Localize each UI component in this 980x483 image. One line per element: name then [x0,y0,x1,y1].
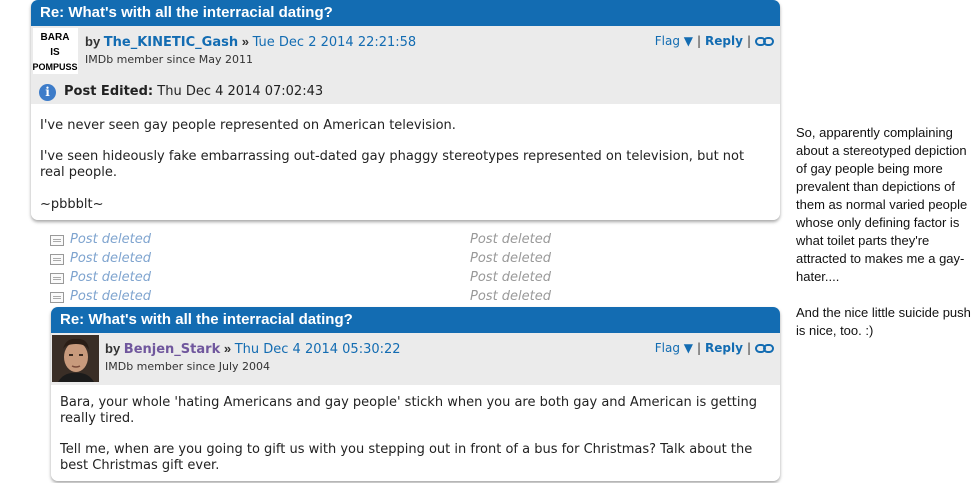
post-actions: Flag ▼ | Reply | [655,341,774,357]
body-paragraph: I've seen hideously fake embarrassing ou… [40,149,745,180]
member-since: IMDb member since July 2004 [105,360,270,373]
reply-button[interactable]: Reply [705,341,743,355]
username-link[interactable]: Benjen_Stark [124,342,220,357]
permalink-icon[interactable] [755,343,774,357]
username-link[interactable]: The_KINETIC_Gash [104,35,238,50]
side-note: So, apparently complaining about a stere… [796,124,976,358]
note-paragraph: And the nice little suicide push is nice… [796,305,971,338]
body-paragraph: Bara, your whole 'hating Americans and g… [60,395,757,426]
flag-button[interactable]: Flag ▼ [655,341,693,355]
post-body: I've never seen gay people represented o… [31,104,780,220]
post-date-link[interactable]: Tue Dec 2 2014 22:21:58 [253,35,417,50]
note-paragraph: So, apparently complaining about a stere… [796,125,968,284]
edited-date: Thu Dec 4 2014 07:02:43 [157,84,324,99]
byline-separator: » [223,341,232,356]
post-1: Re: What's with all the interracial dati… [31,0,780,220]
message-icon [50,292,64,303]
body-paragraph: Tell me, when are you going to gift us w… [60,442,753,473]
post-title: Re: What's with all the interracial dati… [31,0,780,26]
deleted-post-label: Post deleted [470,232,552,247]
body-paragraph: ~pbbblt~ [40,197,104,212]
post-body: Bara, your whole 'hating Americans and g… [51,385,780,481]
info-icon: i [39,84,56,101]
post-header: BARA IS POMPUSS by The_KINETIC_Gash » Tu… [31,26,780,104]
message-icon [50,273,64,284]
flag-button[interactable]: Flag ▼ [655,34,693,48]
member-since: IMDb member since May 2011 [85,53,253,66]
reply-button[interactable]: Reply [705,34,743,48]
by-label: by [105,341,121,356]
post-header: by Benjen_Stark » Thu Dec 4 2014 05:30:2… [51,333,780,385]
post-actions: Flag ▼ | Reply | [655,34,774,50]
avatar-line-3: POMPUSS [33,62,78,72]
divider: | [746,34,751,48]
avatar[interactable]: BARA IS POMPUSS [32,28,78,74]
deleted-row: Post deleted Post deleted [50,270,650,288]
divider: | [746,341,751,355]
post-edited: Post Edited: Thu Dec 4 2014 07:02:43 [64,84,323,99]
divider: | [697,34,702,48]
deleted-row: Post deleted Post deleted [50,232,650,250]
avatar-image: BARA IS POMPUSS [32,28,78,74]
deleted-post-link[interactable]: Post deleted [70,232,151,247]
post-date-link[interactable]: Thu Dec 4 2014 05:30:22 [235,342,401,357]
deleted-row: Post deleted Post deleted [50,251,650,269]
deleted-post-label: Post deleted [470,270,552,285]
avatar-line-1: BARA [41,32,70,43]
avatar-line-2: IS [50,47,60,58]
deleted-row: Post deleted Post deleted [50,289,650,307]
avatar[interactable] [52,335,99,382]
deleted-post-label: Post deleted [470,251,552,266]
byline: by Benjen_Stark » Thu Dec 4 2014 05:30:2… [105,341,401,357]
permalink-icon[interactable] [755,36,774,50]
deleted-post-link[interactable]: Post deleted [70,289,151,304]
deleted-post-label: Post deleted [470,289,552,304]
post-title: Re: What's with all the interracial dati… [51,307,780,333]
edited-label: Post Edited: [64,84,154,99]
avatar-image [52,335,99,382]
deleted-post-link[interactable]: Post deleted [70,270,151,285]
deleted-post-link[interactable]: Post deleted [70,251,151,266]
divider: | [697,341,702,355]
post-2: Re: What's with all the interracial dati… [51,307,780,481]
message-icon [50,235,64,246]
body-paragraph: I've never seen gay people represented o… [40,118,456,133]
by-label: by [85,34,101,49]
message-icon [50,254,64,265]
byline: by The_KINETIC_Gash » Tue Dec 2 2014 22:… [85,34,416,50]
byline-separator: » [241,34,249,49]
